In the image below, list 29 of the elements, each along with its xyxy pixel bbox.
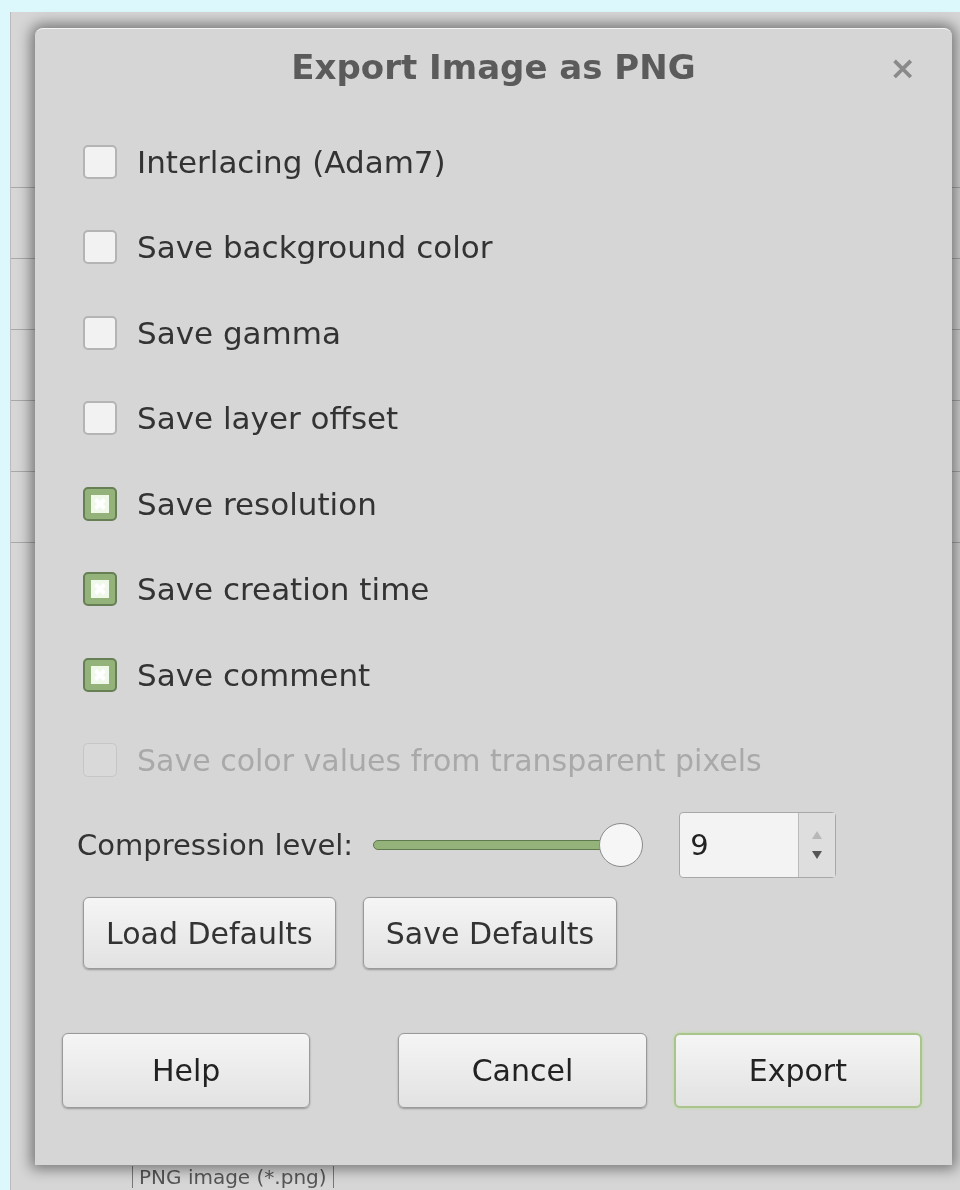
defaults-button[interactable]: Save Defaults [362,897,618,969]
compression-spinbox[interactable]: 9 [679,812,837,878]
compression-label: Compression level: [77,828,354,862]
dialog-button[interactable]: Export [673,1033,922,1108]
dialog-title: Export Image as PNG [291,47,696,87]
checkbox[interactable] [83,401,117,436]
defaults-button[interactable]: Load Defaults [83,897,336,969]
checkbox[interactable] [83,144,117,179]
option-label: Save comment [137,656,371,693]
option-label: Save gamma [137,314,341,351]
check-icon [91,665,109,684]
decrement-arrow-icon[interactable] [811,850,824,860]
check-icon [91,494,109,513]
option-label: Save resolution [137,485,377,522]
dialog-button[interactable]: Cancel [398,1033,647,1108]
checkbox[interactable] [83,230,117,265]
checkbox[interactable] [83,486,117,521]
file-type-field[interactable]: PNG image (*.png) [132,1166,334,1188]
increment-arrow-icon[interactable] [811,830,824,840]
checkbox[interactable] [83,315,117,350]
option-label: Save creation time [137,571,430,608]
slider-thumb[interactable] [599,823,644,867]
checkbox[interactable] [83,572,117,607]
option-label: Interlacing (Adam7) [137,143,446,180]
option-label: Save background color [137,229,493,266]
dialog-button[interactable]: Help [62,1033,311,1108]
option-label: Save layer offset [137,400,399,437]
check-icon [91,580,109,599]
checkbox[interactable] [83,657,117,692]
